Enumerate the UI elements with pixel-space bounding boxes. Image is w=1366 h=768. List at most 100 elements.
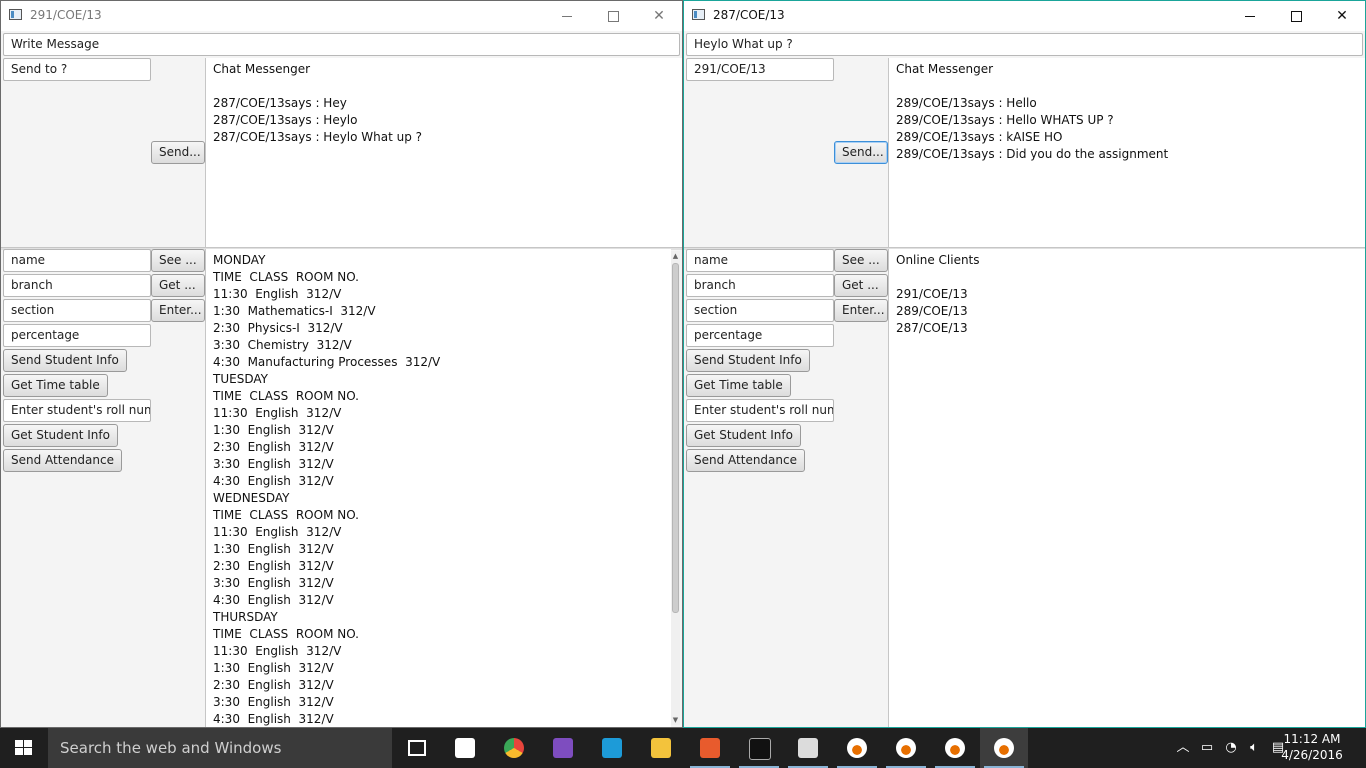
title-bar[interactable]: 287/COE/13 ✕ xyxy=(684,1,1365,31)
taskbar-app-2[interactable] xyxy=(490,728,538,768)
close-button[interactable]: ✕ xyxy=(636,1,682,31)
get-student-info-button[interactable]: Get Student Info xyxy=(686,424,801,447)
wifi-icon[interactable]: ◔ xyxy=(1221,728,1241,768)
timetable-line: TUESDAY xyxy=(213,372,268,386)
maximize-button[interactable] xyxy=(590,1,636,31)
file-explorer-icon xyxy=(651,738,671,758)
volume-icon[interactable]: 🔈︎ xyxy=(1244,728,1264,768)
timetable-line: 1:30 English 312/V xyxy=(213,423,334,437)
enter-button[interactable]: Enter... xyxy=(834,299,888,322)
send-button[interactable]: Send... xyxy=(151,141,205,164)
get-button[interactable]: Get ... xyxy=(151,274,205,297)
send-to-input[interactable]: Send to ? xyxy=(3,58,151,81)
start-button[interactable] xyxy=(0,728,48,768)
send-attendance-button[interactable]: Send Attendance xyxy=(3,449,122,472)
get-time-table-button[interactable]: Get Time table xyxy=(686,374,791,397)
online-client-line xyxy=(896,269,1358,286)
chat-line: 289/COE/13says : kAISE HO xyxy=(896,130,1063,144)
store-icon xyxy=(455,738,475,758)
send-student-info-button[interactable]: Send Student Info xyxy=(3,349,127,372)
java-icon xyxy=(945,738,965,758)
search-placeholder: Search the web and Windows xyxy=(60,739,282,757)
left-window: 291/COE/13 ✕ Write Message Send to ? Sen… xyxy=(0,0,683,728)
timetable-area: MONDAY TIME CLASS ROOM NO. 11:30 English 3… xyxy=(205,249,671,727)
chat-line: 287/COE/13says : Hey xyxy=(213,96,347,110)
see-button[interactable]: See ... xyxy=(834,249,888,272)
branch-input[interactable]: branch xyxy=(686,274,834,297)
send-student-info-button[interactable]: Send Student Info xyxy=(686,349,810,372)
see-button[interactable]: See ... xyxy=(151,249,205,272)
close-button[interactable]: ✕ xyxy=(1319,1,1365,31)
send-to-input[interactable]: 291/COE/13 xyxy=(686,58,834,81)
timetable-line: 1:30 Mathematics-I 312/V xyxy=(213,304,376,318)
search-box[interactable]: Search the web and Windows xyxy=(48,728,392,768)
chat-line: 289/COE/13says : Hello xyxy=(896,96,1037,110)
timetable-line: 3:30 Chemistry 312/V xyxy=(213,338,352,352)
percentage-input[interactable]: percentage xyxy=(3,324,151,347)
taskbar-app-0[interactable] xyxy=(392,728,440,768)
timetable-line: 11:30 English 312/V xyxy=(213,525,342,539)
minimize-icon xyxy=(562,15,572,17)
get-student-info-button[interactable]: Get Student Info xyxy=(3,424,118,447)
right-window: 287/COE/13 ✕ Heylo What up ? 291/COE/13 … xyxy=(683,0,1366,728)
message-input[interactable]: Write Message xyxy=(3,33,680,56)
roll-number-input[interactable]: Enter student's roll numb xyxy=(686,399,834,422)
chevron-up-icon[interactable]: ︿ xyxy=(1173,728,1193,768)
timetable-line: 4:30 English 312/V xyxy=(213,712,334,726)
taskbar-app-7[interactable] xyxy=(735,728,783,768)
enter-button[interactable]: Enter... xyxy=(151,299,205,322)
minimize-button[interactable] xyxy=(1227,1,1273,31)
title-bar[interactable]: 291/COE/13 ✕ xyxy=(1,1,682,31)
online-clients-area: Online Clients 291/COE/13 289/COE/13 287/CO… xyxy=(888,249,1365,727)
maximize-button[interactable] xyxy=(1273,1,1319,31)
taskbar-app-4[interactable] xyxy=(588,728,636,768)
clock[interactable]: 11:12 AM 4/26/2016 xyxy=(1272,731,1352,763)
taskbar-app-9[interactable] xyxy=(833,728,881,768)
vertical-scrollbar[interactable]: ▲ ▼ xyxy=(671,251,680,725)
scroll-thumb[interactable] xyxy=(672,263,679,613)
chat-line: 287/COE/13says : Heylo xyxy=(213,113,358,127)
taskbar-app-5[interactable] xyxy=(637,728,685,768)
timetable-line: THURSDAY xyxy=(213,610,278,624)
taskbar-app-12[interactable] xyxy=(980,728,1028,768)
clock-date: 4/26/2016 xyxy=(1281,748,1343,762)
timetable-line: MONDAY xyxy=(213,253,266,267)
chat-line xyxy=(896,78,1358,95)
taskbar-app-11[interactable] xyxy=(931,728,979,768)
timetable-line: 2:30 Physics-I 312/V xyxy=(213,321,343,335)
minimize-button[interactable] xyxy=(544,1,590,31)
section-input[interactable]: section xyxy=(686,299,834,322)
get-button[interactable]: Get ... xyxy=(834,274,888,297)
chat-line: 289/COE/13says : Did you do the assignme… xyxy=(896,147,1169,161)
chat-line: Chat Messenger xyxy=(213,62,311,76)
visual-studio-icon xyxy=(553,738,573,758)
taskbar-app-8[interactable] xyxy=(784,728,832,768)
scroll-down-icon[interactable]: ▼ xyxy=(671,715,680,725)
close-icon: ✕ xyxy=(653,8,665,24)
scroll-up-icon[interactable]: ▲ xyxy=(671,251,680,261)
name-input[interactable]: name xyxy=(3,249,151,272)
branch-input[interactable]: branch xyxy=(3,274,151,297)
message-input[interactable]: Heylo What up ? xyxy=(686,33,1363,56)
timetable-line: 11:30 English 312/V xyxy=(213,406,342,420)
intellij-icon xyxy=(602,738,622,758)
battery-icon[interactable]: ▭ xyxy=(1197,728,1217,768)
send-button[interactable]: Send... xyxy=(834,141,888,164)
timetable-line: 2:30 English 312/V xyxy=(213,678,334,692)
section-input[interactable]: section xyxy=(3,299,151,322)
timetable-line: 2:30 English 312/V xyxy=(213,559,334,573)
taskbar-app-6[interactable] xyxy=(686,728,734,768)
online-client-line: Online Clients xyxy=(896,253,980,267)
percentage-input[interactable]: percentage xyxy=(686,324,834,347)
get-time-table-button[interactable]: Get Time table xyxy=(3,374,108,397)
app-grid-icon xyxy=(700,738,720,758)
minimize-icon xyxy=(1245,15,1255,17)
chat-area: Chat Messenger 289/COE/13says : Hello 289/… xyxy=(888,58,1365,247)
taskbar-app-1[interactable] xyxy=(441,728,489,768)
taskbar-app-3[interactable] xyxy=(539,728,587,768)
timetable-line: 3:30 English 312/V xyxy=(213,457,334,471)
taskbar-app-10[interactable] xyxy=(882,728,930,768)
roll-number-input[interactable]: Enter student's roll numb xyxy=(3,399,151,422)
send-attendance-button[interactable]: Send Attendance xyxy=(686,449,805,472)
name-input[interactable]: name xyxy=(686,249,834,272)
